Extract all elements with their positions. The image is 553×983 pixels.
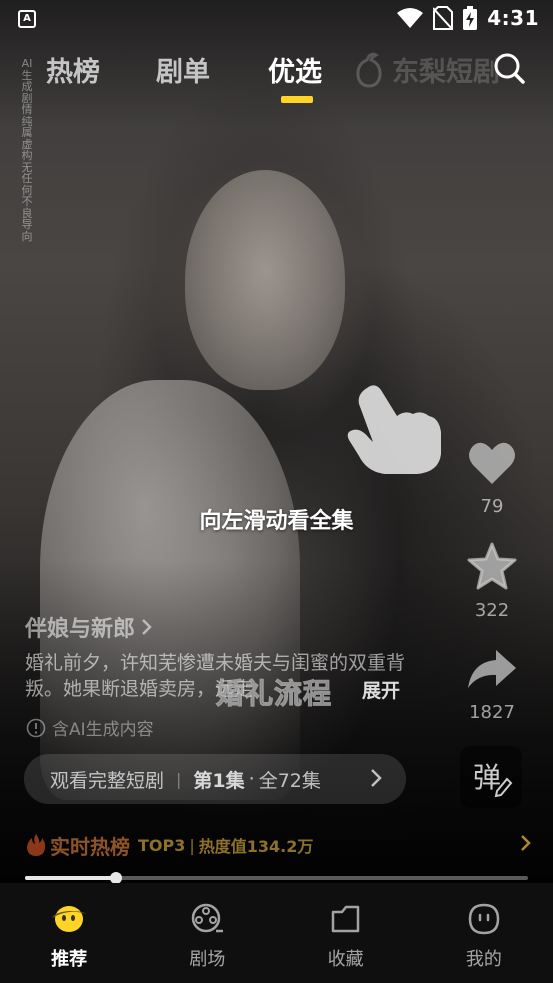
tab-playlist[interactable]: 剧单 <box>156 50 210 89</box>
active-tab-indicator <box>281 96 313 103</box>
bottom-nav-theater[interactable]: 剧场 <box>138 883 276 983</box>
swipe-hand-icon <box>347 385 441 474</box>
hot-rank-label: 实时热榜 <box>50 834 130 859</box>
brand-watermark-text: 东梨短剧 <box>392 57 500 88</box>
profile-face-icon <box>466 901 502 937</box>
star-icon[interactable] <box>467 542 517 590</box>
bottom-nav-recommend[interactable]: 推荐 <box>0 883 138 983</box>
folder-icon <box>328 901 364 937</box>
bottom-nav-profile[interactable]: 我的 <box>415 883 553 983</box>
status-icons: 4:31 <box>397 6 539 30</box>
drama-title-link[interactable]: 伴娘与新郎 <box>25 611 153 643</box>
wifi-icon <box>397 8 424 28</box>
drama-description: 婚礼前夕，许知芜惨遭未婚夫与闺蜜的双重背叛。她果断退婚卖房，远走 <box>25 652 406 700</box>
hot-rank-bar[interactable]: 实时热榜 TOP3 | 热度值134.2万 <box>26 832 536 859</box>
danmu-label: 弹 <box>473 761 501 794</box>
chevron-right-icon <box>371 769 382 787</box>
heart-icon[interactable] <box>467 440 517 486</box>
status-bar: A 4:31 <box>0 0 553 38</box>
chevron-right-icon <box>521 835 531 851</box>
brand-watermark: 东梨短剧 <box>352 50 500 89</box>
watch-full-drama-button[interactable]: 观看完整短剧 | 第1集 · 全72集 <box>24 754 406 804</box>
video-subtitle: 婚礼流程 <box>215 677 333 711</box>
bottom-nav-label: 我的 <box>465 949 502 970</box>
bottom-nav-label: 剧场 <box>189 949 226 970</box>
progress-fill <box>25 876 116 880</box>
share-action[interactable]: 1827 <box>462 646 522 723</box>
video-frame-face <box>185 170 345 390</box>
favorite-action[interactable]: 322 <box>462 542 522 621</box>
share-count: 1827 <box>469 702 515 723</box>
favorite-count: 322 <box>474 600 510 621</box>
hot-rank-position: TOP3 <box>138 835 186 855</box>
ai-content-note-text: 含AI生成内容 <box>52 720 154 740</box>
bottom-nav: 推荐 剧场 收藏 我的 <box>0 883 553 983</box>
current-episode: 第1集 <box>193 769 245 792</box>
status-time: 4:31 <box>487 6 539 30</box>
chevron-right-icon <box>142 619 152 635</box>
film-reel-icon <box>189 901 225 937</box>
recommend-face-icon <box>51 901 87 937</box>
total-episodes: 全72集 <box>258 769 321 792</box>
tab-hot[interactable]: 热榜 <box>46 50 100 89</box>
drama-title: 伴娘与新郎 <box>25 617 136 642</box>
watch-full-separator: | <box>176 769 182 789</box>
ai-content-note: 含AI生成内容 <box>26 715 154 740</box>
app-notification-icon: A <box>18 10 36 28</box>
info-circle-icon <box>26 718 46 737</box>
danmu-edit-icon: 弹 <box>473 761 513 797</box>
search-icon[interactable] <box>492 51 526 85</box>
watch-full-label: 观看完整短剧 <box>50 769 165 792</box>
flame-icon <box>27 834 46 856</box>
hot-rank-separator: | <box>189 835 195 855</box>
bottom-nav-label: 收藏 <box>327 949 364 970</box>
brand-pear-icon <box>356 52 382 88</box>
bottom-nav-label: 推荐 <box>51 949 88 970</box>
bottom-nav-favorites[interactable]: 收藏 <box>277 883 415 983</box>
episode-dot: · <box>248 768 255 790</box>
video-progress-bar[interactable] <box>25 872 528 884</box>
tab-featured[interactable]: 优选 <box>268 50 322 89</box>
battery-charging-icon <box>463 6 478 30</box>
danmu-toggle-button[interactable]: 弹 <box>460 746 522 808</box>
like-count: 79 <box>480 496 504 517</box>
expand-description-button[interactable]: 展开 <box>362 676 400 703</box>
heat-value: 热度值134.2万 <box>198 837 314 856</box>
like-action[interactable]: 79 <box>462 440 522 517</box>
share-arrow-icon[interactable] <box>466 646 518 692</box>
ai-disclaimer-vertical: AI生成剧情纯属虚构无任何不良导向 <box>21 57 33 243</box>
no-sim-icon <box>433 6 454 30</box>
